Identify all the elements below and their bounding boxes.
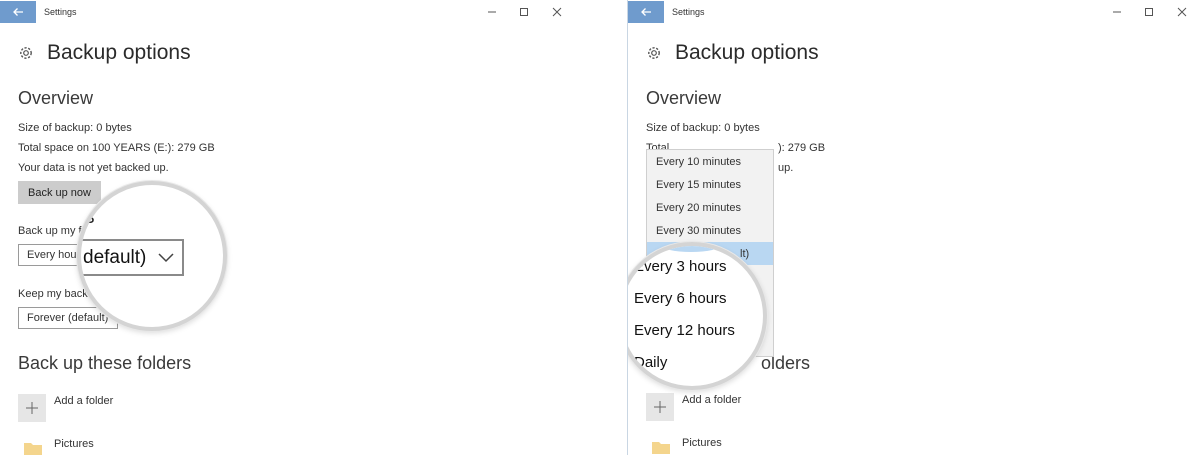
back-button[interactable] <box>628 1 664 23</box>
title-bar: Settings <box>0 0 580 25</box>
minimize-button[interactable] <box>1110 5 1124 19</box>
maximize-button[interactable] <box>1142 5 1156 19</box>
magnifier-lens: Every 3 hours Every 6 hours Every 12 hou… <box>628 242 767 390</box>
frequency-select-value: Every hour <box>27 249 81 261</box>
total-space-fragment-end: ): 279 GB <box>778 142 826 154</box>
selected-option-fragment: lt) <box>740 247 750 260</box>
magnified-option: Every 12 hours <box>634 322 735 339</box>
gear-icon <box>20 47 32 59</box>
back-up-now-button[interactable]: Back up now <box>18 181 101 204</box>
gear-icon <box>648 47 660 59</box>
keep-backups-select-value: Forever (default) <box>27 312 109 324</box>
settings-window-left: Settings Backup options Overview Size of… <box>0 0 580 455</box>
folder-icon <box>652 442 670 454</box>
magnified-heading-fragment: s <box>85 207 95 228</box>
overview-heading: Overview <box>18 88 94 108</box>
keep-backups-label: Keep my backu <box>18 288 94 300</box>
title-bar: Settings <box>628 0 1200 25</box>
add-folder-label: Add a folder <box>682 394 742 406</box>
backup-status-text: Your data is not yet backed up. <box>18 162 169 174</box>
close-icon <box>1177 7 1187 17</box>
page-title: Backup options <box>47 41 191 64</box>
frequency-label: Back up my fi <box>18 225 85 237</box>
maximize-button[interactable] <box>517 5 531 19</box>
page-header: Backup options <box>646 39 819 67</box>
minimize-icon <box>1113 11 1121 13</box>
close-button[interactable] <box>1175 5 1189 19</box>
dropdown-option[interactable]: Every 30 minutes <box>647 219 773 242</box>
chevron-down-icon <box>158 253 174 263</box>
add-folder-label: Add a folder <box>54 395 114 407</box>
window-title: Settings <box>44 7 77 17</box>
page-title: Backup options <box>675 41 819 64</box>
backup-size-text: Size of backup: 0 bytes <box>18 122 132 134</box>
maximize-icon <box>520 8 528 16</box>
plus-icon <box>26 402 38 414</box>
magnified-option: Daily <box>634 354 668 371</box>
overview-heading: Overview <box>646 88 722 108</box>
folder-item-pictures[interactable]: Pictures <box>54 438 94 450</box>
page-header: Backup options <box>18 39 191 67</box>
total-space-text: Total space on 100 YEARS (E:): 279 GB <box>18 142 215 154</box>
magnified-select-value: default) <box>83 246 147 268</box>
add-folder-button[interactable] <box>646 393 674 421</box>
magnified-frequency-select: default) <box>81 239 184 276</box>
back-button[interactable] <box>0 1 36 23</box>
magnifier-lens: s default) <box>77 181 227 331</box>
minimize-button[interactable] <box>485 5 499 19</box>
folders-heading: Back up these folders <box>18 353 192 373</box>
close-button[interactable] <box>550 5 564 19</box>
dropdown-option[interactable]: Every 20 minutes <box>647 196 773 219</box>
maximize-icon <box>1145 8 1153 16</box>
dropdown-option[interactable]: Every 15 minutes <box>647 173 773 196</box>
close-icon <box>552 7 562 17</box>
folder-item-pictures[interactable]: Pictures <box>682 437 722 449</box>
backup-size-text: Size of backup: 0 bytes <box>646 122 760 134</box>
backup-status-fragment: up. <box>778 162 794 174</box>
magnified-option: Every 6 hours <box>634 290 727 307</box>
magnified-option: Every 3 hours <box>634 258 727 275</box>
arrow-left-icon <box>641 8 651 16</box>
window-title: Settings <box>672 7 705 17</box>
dropdown-option[interactable]: Every 10 minutes <box>647 150 773 173</box>
settings-window-right: Settings Backup options Overview Size of… <box>627 0 1200 455</box>
plus-icon <box>654 401 666 413</box>
arrow-left-icon <box>13 8 23 16</box>
add-folder-button[interactable] <box>18 394 46 422</box>
folder-icon <box>24 443 42 455</box>
minimize-icon <box>488 11 496 13</box>
